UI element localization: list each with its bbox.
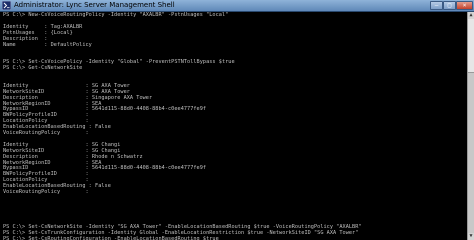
powershell-icon xyxy=(2,1,11,10)
title-bar[interactable]: Administrator: Lync Server Management Sh… xyxy=(0,0,474,12)
maximize-button[interactable]: □ xyxy=(443,1,456,10)
console-line: PS C:\> Get-CsNetworkSite xyxy=(3,65,83,72)
vertical-scrollbar[interactable]: ▲ ▼ xyxy=(467,12,474,240)
scroll-up-arrow-icon[interactable]: ▲ xyxy=(468,12,474,19)
close-button[interactable]: × xyxy=(456,1,473,10)
maximize-icon: □ xyxy=(447,2,452,9)
minimize-button[interactable]: – xyxy=(430,1,443,10)
console-line: Name : DefaultPolicy xyxy=(3,41,92,48)
close-icon: × xyxy=(462,2,467,9)
console-line: PS C:\> New-CsVoiceRoutingPolicy -Identi… xyxy=(3,12,229,18)
scroll-thumb[interactable] xyxy=(468,72,474,240)
console-line: VoiceRoutingPolicy : xyxy=(3,189,89,195)
console-output[interactable]: PS C:\> New-CsVoiceRoutingPolicy -Identi… xyxy=(1,12,467,240)
scroll-down-arrow-icon[interactable]: ▼ xyxy=(468,233,474,240)
powershell-window: Administrator: Lync Server Management Sh… xyxy=(0,0,474,240)
console-line: VoiceRoutingPolicy : xyxy=(3,130,89,136)
minimize-icon: – xyxy=(434,2,439,9)
window-title: Administrator: Lync Server Management Sh… xyxy=(14,1,175,9)
